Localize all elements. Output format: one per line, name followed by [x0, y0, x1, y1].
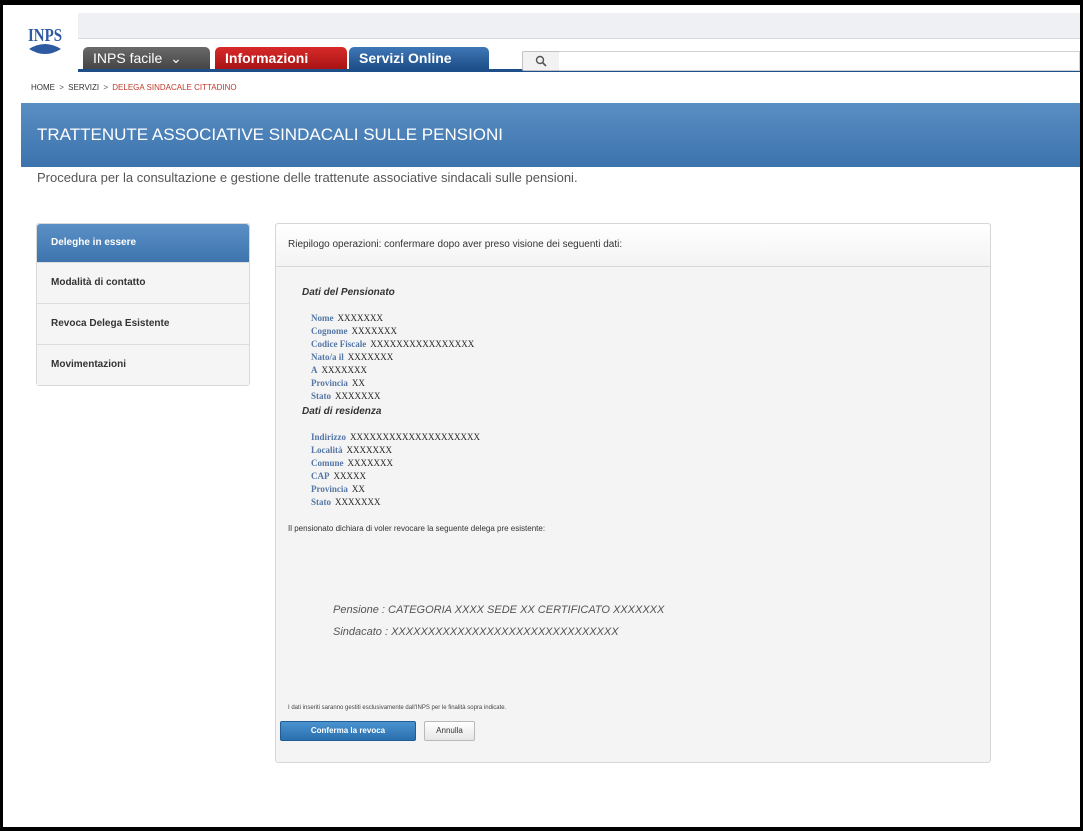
field-label: Indirizzo [311, 432, 346, 442]
breadcrumb-home[interactable]: HOME [31, 83, 55, 92]
field-value: XXXXXXX [335, 497, 381, 507]
search-button[interactable] [522, 51, 560, 71]
field-label: A [311, 365, 318, 375]
field-nome: Nome XXXXXXX [311, 313, 383, 323]
section-title-residenza: Dati di residenza [302, 406, 382, 417]
field-nato-il: Nato/a il XXXXXXX [311, 352, 393, 362]
field-value: XXXXXXX [321, 365, 368, 375]
cancel-button[interactable]: Annulla [424, 721, 475, 741]
browser-frame: INPS INPS facile ⌄ Informazioni Servizi … [0, 0, 1083, 831]
svg-text:INPS: INPS [28, 25, 62, 45]
field-value: XXXXXXX [347, 352, 394, 362]
field-a: A XXXXXXX [311, 365, 367, 375]
field-label: Cognome [311, 326, 348, 336]
field-cognome: Cognome XXXXXXX [311, 326, 397, 336]
tab-inps-facile[interactable]: INPS facile ⌄ [83, 47, 210, 69]
sindacato-line: Sindacato : XXXXXXXXXXXXXXXXXXXXXXXXXXXX… [333, 626, 619, 638]
field-label: CAP [311, 471, 330, 481]
field-label: Provincia [311, 378, 348, 388]
sidebar: Deleghe in essere Modalità di contatto R… [36, 223, 250, 386]
inps-logo-icon: INPS [28, 25, 62, 54]
search-input[interactable] [559, 51, 1080, 71]
field-comune: Comune XXXXXXX [311, 458, 393, 468]
field-label: Località [311, 445, 343, 455]
field-cap: CAP XXXXX [311, 471, 366, 481]
field-label: Stato [311, 497, 331, 507]
field-value: XXXXXXX [347, 458, 394, 468]
field-value: XXXXXXXXXXXXXXXXXXXX [350, 432, 480, 442]
page-subtitle: Procedura per la consultazione e gestion… [37, 170, 578, 185]
field-label: Stato [311, 391, 331, 401]
sidebar-item-revoca-delega-esistente[interactable]: Revoca Delega Esistente [37, 303, 249, 344]
breadcrumb-current: DELEGA SINDACALE CITTADINO [112, 83, 237, 92]
field-provincia: Provincia XX [311, 378, 365, 388]
sidebar-item-modalita-di-contatto[interactable]: Modalità di contatto [37, 262, 249, 303]
section-title-pensionato: Dati del Pensionato [302, 287, 395, 298]
tab-informazioni[interactable]: Informazioni [215, 47, 347, 69]
tab-inps-facile-label: INPS facile [93, 50, 163, 66]
field-label: Codice Fiscale [311, 339, 367, 349]
chevron-down-icon: ⌄ [170, 50, 182, 66]
field-value: XXXXXXX [337, 313, 384, 323]
privacy-note: I dati inseriti saranno gestiti esclusiv… [288, 705, 507, 711]
sidebar-item-label: Movimentazioni [51, 359, 127, 370]
sidebar-item-deleghe-in-essere[interactable]: Deleghe in essere [37, 224, 249, 262]
field-label: Nato/a il [311, 352, 344, 362]
breadcrumb-separator: > [103, 83, 109, 92]
field-value: XXXXXXX [335, 391, 381, 401]
breadcrumb-servizi[interactable]: SERVIZI [68, 83, 99, 92]
tab-informazioni-label: Informazioni [225, 50, 309, 66]
field-codice-fiscale: Codice Fiscale XXXXXXXXXXXXXXXX [311, 339, 474, 349]
magnifier-icon [535, 55, 547, 67]
field-value: XXXXX [333, 471, 367, 481]
page-title: TRATTENUTE ASSOCIATIVE SINDACALI SULLE P… [37, 125, 504, 144]
summary-panel: Riepilogo operazioni: confermare dopo av… [275, 223, 991, 763]
field-localita: Località XXXXXXX [311, 445, 392, 455]
panel-header: Riepilogo operazioni: confermare dopo av… [276, 224, 990, 267]
top-bar [78, 13, 1080, 39]
breadcrumb-separator: > [59, 83, 64, 92]
field-value: XX [351, 378, 365, 388]
field-value: XX [351, 484, 365, 494]
sidebar-item-label: Deleghe in essere [51, 237, 137, 248]
breadcrumb: HOME > SERVIZI > DELEGA SINDACALE CITTAD… [31, 83, 237, 92]
pensione-line: Pensione : CATEGORIA XXXX SEDE XX CERTIF… [333, 604, 665, 616]
confirm-revoca-button[interactable]: Conferma la revoca [280, 721, 416, 741]
field-value: XXXXXXXXXXXXXXXX [370, 339, 475, 349]
tab-servizi-online-label: Servizi Online [359, 50, 452, 66]
field-value: XXXXXXX [346, 445, 393, 455]
field-indirizzo: Indirizzo XXXXXXXXXXXXXXXXXXXX [311, 432, 480, 442]
field-stato: Stato XXXXXXX [311, 391, 381, 401]
sidebar-item-label: Revoca Delega Esistente [51, 318, 170, 329]
tab-servizi-online[interactable]: Servizi Online [349, 47, 489, 69]
field-stato-residenza: Stato XXXXXXX [311, 497, 381, 507]
field-label: Comune [311, 458, 344, 468]
field-label: Nome [311, 313, 334, 323]
declaration-text: Il pensionato dichiara di voler revocare… [288, 524, 546, 533]
field-value: XXXXXXX [351, 326, 398, 336]
sidebar-item-movimentazioni[interactable]: Movimentazioni [37, 344, 249, 385]
field-provincia-residenza: Provincia XX [311, 484, 365, 494]
sidebar-item-label: Modalità di contatto [51, 277, 146, 288]
field-label: Provincia [311, 484, 348, 494]
